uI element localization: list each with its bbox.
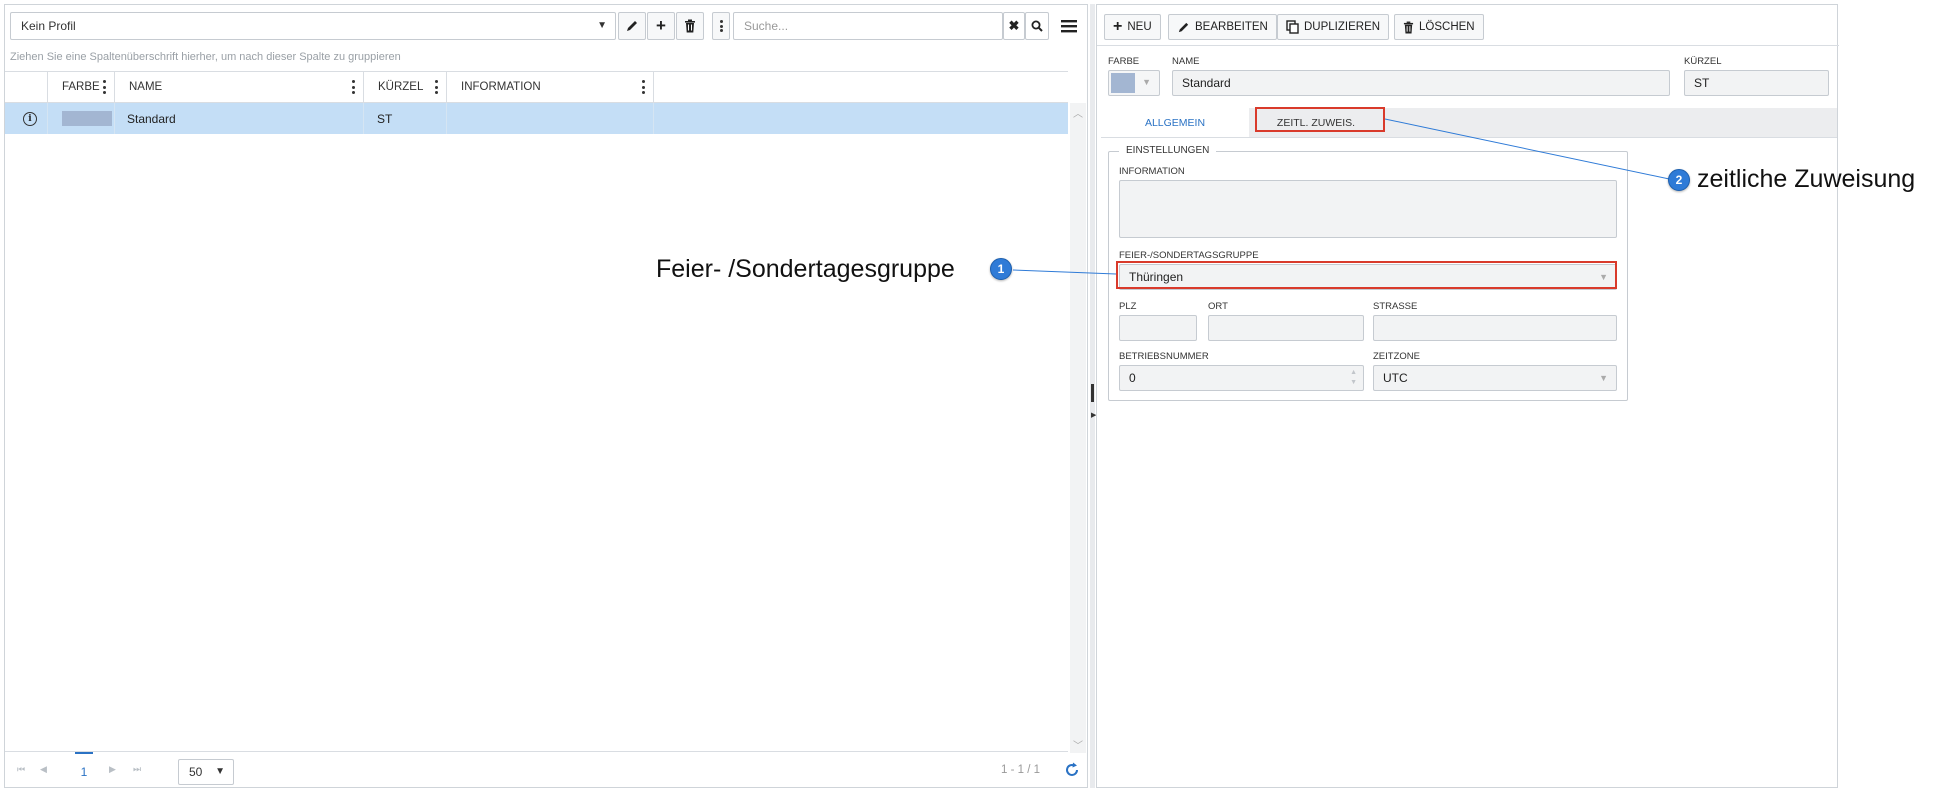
- callout-1-text: Feier- /Sondertagesgruppe: [656, 255, 955, 283]
- callout-lines: [1012, 118, 1675, 275]
- callout-2-badge: 2: [1668, 169, 1690, 191]
- callout-line-1: [1012, 269, 1117, 275]
- screenshot-stage: Kein Profil ▼ + Suche... ✖ Ziehen Sie ei…: [0, 0, 1946, 792]
- callout-line-2: [1384, 118, 1675, 181]
- callout-1-badge: 1: [990, 258, 1012, 280]
- callout-2-text: zeitliche Zuweisung: [1697, 165, 1916, 193]
